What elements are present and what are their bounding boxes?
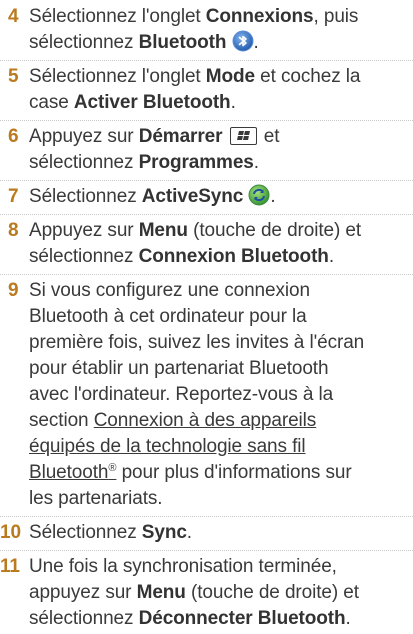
step-text: Appuyez sur Démarrer et sélectionnez Pro… xyxy=(29,126,280,173)
divider xyxy=(0,214,413,215)
divider xyxy=(0,60,413,61)
step-text: Appuyez sur Menu (touche de droite) et s… xyxy=(29,220,362,267)
windows-start-key-icon xyxy=(229,127,257,145)
step-text: Si vous configurez une connexion Bluetoo… xyxy=(29,280,365,509)
step-number: 7 xyxy=(8,186,19,207)
step-number: 6 xyxy=(8,126,19,147)
divider xyxy=(0,120,413,121)
divider xyxy=(0,550,413,551)
cross-reference-link[interactable]: équipés de la technologie sans fil xyxy=(29,436,306,457)
bluetooth-icon xyxy=(232,30,254,60)
step-number: 4 xyxy=(8,6,19,27)
step-text: Une fois la synchronisation terminée, ap… xyxy=(29,556,359,629)
divider xyxy=(0,180,413,181)
step-number: 9 xyxy=(8,280,19,301)
step-number: 8 xyxy=(8,220,19,241)
step-number: 11 xyxy=(0,556,20,577)
activesync-icon xyxy=(248,184,270,214)
step-number: 5 xyxy=(8,66,19,87)
divider xyxy=(0,516,413,517)
cross-reference-link[interactable]: Connexion à des appareils xyxy=(94,410,317,431)
divider xyxy=(0,274,413,275)
step-number: 10 xyxy=(0,522,21,543)
cross-reference-link[interactable]: Bluetooth® xyxy=(29,462,117,483)
step-text: Sélectionnez Sync. xyxy=(29,522,192,543)
step-text: Sélectionnez l'onglet Connexions, puis s… xyxy=(29,4,411,60)
step-text: Sélectionnez l'onglet Mode et cochez la … xyxy=(29,66,361,113)
step-text: Sélectionnez ActiveSync . xyxy=(29,184,411,214)
